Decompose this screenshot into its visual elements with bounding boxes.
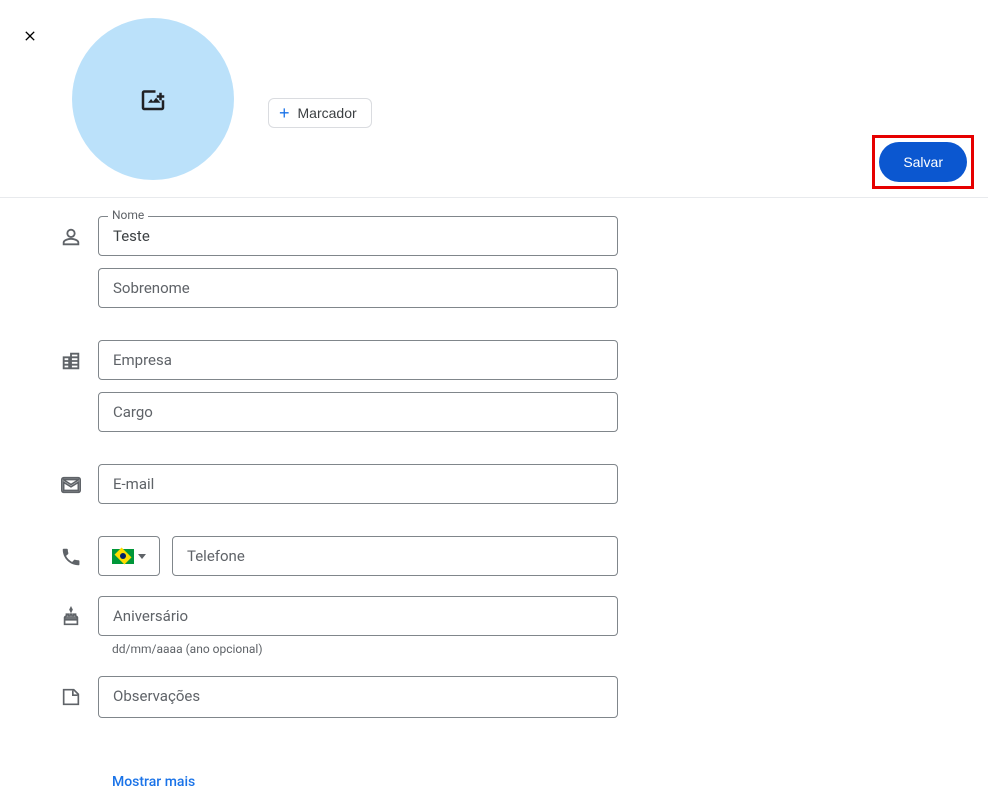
company-section xyxy=(60,340,988,444)
notes-input[interactable] xyxy=(98,676,618,718)
birthday-section: dd/mm/aaaa (ano opcional) xyxy=(60,596,988,656)
header-area: + Marcador Salvar xyxy=(0,0,988,198)
email-input[interactable] xyxy=(98,464,618,504)
job-title-input[interactable] xyxy=(98,392,618,432)
phone-icon xyxy=(60,546,82,568)
phone-section xyxy=(60,536,988,576)
company-input[interactable] xyxy=(98,340,618,380)
show-more-link[interactable]: Mostrar mais xyxy=(112,774,195,790)
building-icon xyxy=(60,350,82,372)
person-icon xyxy=(60,226,82,248)
add-label-text: Marcador xyxy=(298,105,357,121)
close-button[interactable] xyxy=(18,24,42,48)
first-name-input[interactable] xyxy=(98,216,618,256)
birthday-input[interactable] xyxy=(98,596,618,636)
cake-icon xyxy=(60,606,82,628)
name-section: Nome xyxy=(60,216,988,320)
birthday-helper-text: dd/mm/aaaa (ano opcional) xyxy=(112,642,618,656)
phone-input[interactable] xyxy=(172,536,618,576)
phone-country-select[interactable] xyxy=(98,536,160,576)
save-button[interactable]: Salvar xyxy=(879,142,967,182)
add-image-icon xyxy=(138,84,168,114)
form-area: Nome xyxy=(0,198,988,790)
add-label-button[interactable]: + Marcador xyxy=(268,98,372,128)
flag-brazil-icon xyxy=(112,549,134,564)
chevron-down-icon xyxy=(138,554,146,559)
surname-input[interactable] xyxy=(98,268,618,308)
plus-icon: + xyxy=(279,104,290,122)
avatar-container xyxy=(72,18,234,180)
save-highlight-box: Salvar xyxy=(872,135,974,189)
note-icon xyxy=(60,686,82,708)
email-icon xyxy=(60,474,82,496)
notes-section xyxy=(60,676,988,734)
avatar-upload-button[interactable] xyxy=(72,18,234,180)
close-icon xyxy=(22,28,38,44)
email-section xyxy=(60,464,988,516)
name-label: Nome xyxy=(108,208,148,222)
